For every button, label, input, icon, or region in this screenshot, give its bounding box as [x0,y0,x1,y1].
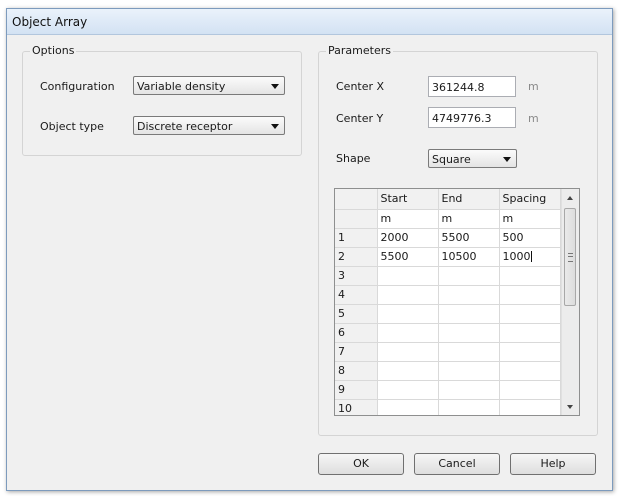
center-x-value: 361244.8 [432,81,485,94]
spacing-cell[interactable] [499,361,561,381]
options-group: Options [22,44,302,156]
table-row: 5 [335,304,561,324]
configuration-label: Configuration [40,80,115,93]
configuration-value: Variable density [137,80,226,93]
row-number[interactable]: 7 [335,342,378,362]
row-number[interactable]: 2 [335,247,378,267]
center-x-label: Center X [336,80,385,93]
row-number[interactable]: 1 [335,228,378,248]
cancel-button[interactable]: Cancel [414,453,500,475]
shape-dropdown[interactable]: Square [428,149,517,168]
table-row: 10 [335,399,561,415]
start-cell[interactable] [377,304,439,324]
row-number[interactable]: 3 [335,266,378,286]
spacing-cell[interactable] [499,266,561,286]
end-cell[interactable] [438,399,500,415]
table-row: 3 [335,266,561,286]
object-type-dropdown[interactable]: Discrete receptor [133,116,285,135]
row-number[interactable]: 10 [335,399,378,415]
end-cell[interactable] [438,285,500,305]
center-x-unit: m [528,80,539,93]
table-row: 8 [335,361,561,381]
row-number[interactable]: 6 [335,323,378,343]
table-scrollbar[interactable] [561,189,579,415]
chevron-down-icon [503,157,511,162]
table-row: 1 2000 5500 500 [335,228,561,248]
spacing-cell[interactable] [499,285,561,305]
units-row-header [335,209,378,229]
scroll-down-arrow-icon[interactable] [562,398,579,415]
shape-value: Square [432,153,471,166]
center-y-label: Center Y [336,112,384,125]
spacing-cell-value: 1000 [502,250,531,263]
end-cell[interactable]: 10500 [438,247,500,267]
row-number[interactable]: 9 [335,380,378,400]
spacing-cell[interactable] [499,304,561,324]
end-cell[interactable] [438,361,500,381]
title-bar[interactable]: Object Array [7,9,612,35]
corner-cell[interactable] [335,189,378,210]
shape-label: Shape [336,152,371,165]
scroll-up-arrow-icon[interactable] [562,189,579,206]
ok-button[interactable]: OK [318,453,404,475]
start-cell[interactable] [377,342,439,362]
chevron-down-icon [271,84,279,89]
configuration-dropdown[interactable]: Variable density [133,76,285,95]
table-row: 4 [335,285,561,305]
column-header-spacing[interactable]: Spacing [499,189,561,210]
table-row: 7 [335,342,561,362]
start-cell[interactable] [377,361,439,381]
grip-icon [568,253,573,262]
spacing-cell[interactable] [499,399,561,415]
start-cell[interactable] [377,266,439,286]
start-cell[interactable] [377,399,439,415]
center-y-unit: m [528,112,539,125]
header-row: Start End Spacing [335,189,561,210]
spacing-cell[interactable] [499,342,561,362]
start-cell[interactable]: 2000 [377,228,439,248]
object-array-dialog: Object Array Options Configuration Varia… [6,8,613,491]
spacing-cell[interactable] [499,323,561,343]
start-cell[interactable] [377,285,439,305]
unit-cell-end: m [438,209,500,229]
end-cell[interactable] [438,304,500,324]
spacing-cell[interactable]: 500 [499,228,561,248]
spacing-cell-editing[interactable]: 1000 [499,247,561,267]
end-cell[interactable] [438,380,500,400]
start-cell[interactable] [377,380,439,400]
column-header-start[interactable]: Start [377,189,439,210]
table-row: 2 5500 10500 1000 [335,247,561,267]
window-title: Object Array [12,15,88,29]
object-type-value: Discrete receptor [137,120,233,133]
spacing-table: Start End Spacing m m m 1 2000 5500 500 2 55… [334,188,580,416]
parameters-group-title: Parameters [326,44,393,57]
center-x-input[interactable]: 361244.8 [428,76,516,97]
end-cell[interactable]: 5500 [438,228,500,248]
unit-cell-start: m [377,209,439,229]
row-number[interactable]: 4 [335,285,378,305]
help-button[interactable]: Help [510,453,596,475]
end-cell[interactable] [438,266,500,286]
object-type-label: Object type [40,120,104,133]
options-group-title: Options [30,44,77,57]
start-cell[interactable] [377,323,439,343]
row-number[interactable]: 5 [335,304,378,324]
units-row: m m m [335,209,561,229]
unit-cell-spacing: m [499,209,561,229]
table-row: 6 [335,323,561,343]
center-y-input[interactable]: 4749776.3 [428,107,516,128]
end-cell[interactable] [438,323,500,343]
table-row: 9 [335,380,561,400]
start-cell[interactable]: 5500 [377,247,439,267]
row-number[interactable]: 8 [335,361,378,381]
scrollbar-thumb[interactable] [564,208,576,306]
text-caret [530,251,532,262]
chevron-down-icon [271,124,279,129]
spacing-table-grid: Start End Spacing m m m 1 2000 5500 500 2 55… [335,189,561,415]
spacing-cell[interactable] [499,380,561,400]
column-header-end[interactable]: End [438,189,500,210]
end-cell[interactable] [438,342,500,362]
center-y-value: 4749776.3 [432,112,492,125]
